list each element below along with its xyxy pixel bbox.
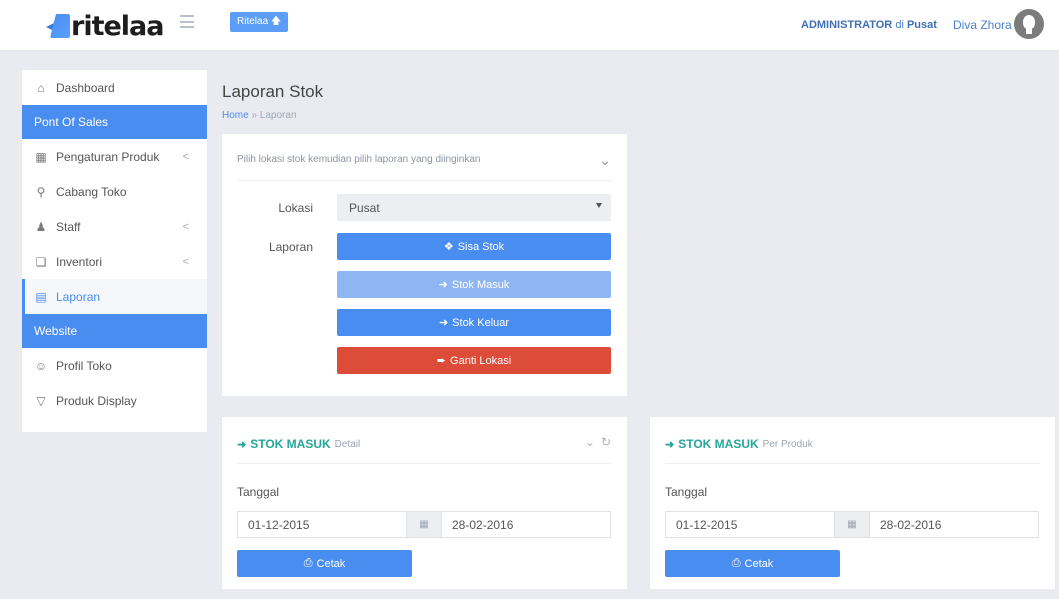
date-from-field[interactable]: [665, 511, 835, 538]
chevron-left-icon: <: [182, 255, 189, 268]
stok-masuk-per-produk-panel: ➜ STOK MASUK Per Produk Tanggal ▦ ⎙ Ceta…: [650, 417, 1055, 589]
cetak-button[interactable]: ⎙ Cetak: [665, 550, 840, 577]
panel-title: ➜ STOK MASUK Detail: [237, 437, 361, 451]
date-from-field[interactable]: [237, 511, 407, 538]
panel-title: ➜ STOK MASUK Per Produk: [665, 437, 813, 451]
document-icon: ▤: [35, 289, 47, 304]
chevron-left-icon: <: [182, 150, 189, 163]
chevron-left-icon: <: [182, 220, 189, 233]
sidebar-item-inventori[interactable]: ❏ Inventori <: [22, 244, 207, 279]
stok-masuk-button[interactable]: ➜ Stok Masuk: [337, 271, 611, 298]
dropdown-caret-icon: [596, 203, 602, 208]
sidebar-section-pos: Pont Of Sales: [22, 105, 207, 139]
sign-in-icon: ➜: [665, 438, 675, 451]
sidebar-item-profil-toko[interactable]: ☺ Profil Toko: [22, 348, 207, 383]
breadcrumb: Home » Laporan: [222, 110, 297, 121]
divider: [665, 463, 1040, 464]
calendar-icon: ▦: [835, 511, 869, 538]
sidebar-item-laporan[interactable]: ▤ Laporan: [22, 279, 207, 314]
top-bar: ritelaa Ritelaa 🡅 ADMINISTRATOR di Pusat…: [0, 0, 1059, 51]
divider: [237, 463, 612, 464]
menu-toggle-icon[interactable]: [180, 15, 194, 28]
users-icon: ♟: [35, 219, 47, 234]
divider: [237, 180, 612, 181]
sidebar-item-staff[interactable]: ♟ Staff <: [22, 209, 207, 244]
avatar[interactable]: [1014, 9, 1044, 39]
collapse-chevron-icon[interactable]: ⌄: [599, 152, 611, 169]
sign-in-icon: ➜: [438, 279, 448, 291]
panel-hint: Pilih lokasi stok kemudian pilih laporan…: [237, 154, 481, 165]
lokasi-label: Lokasi: [278, 201, 313, 215]
print-icon: ⎙: [731, 557, 741, 569]
page-title: Laporan Stok: [222, 82, 324, 101]
date-to-field[interactable]: [441, 511, 611, 538]
date-range: ▦: [665, 511, 1039, 538]
arrow-circle-left-icon: ➨: [436, 355, 447, 367]
briefcase-icon: ▦: [35, 149, 47, 164]
stok-masuk-detail-panel: ➜ STOK MASUK Detail ⌄ ↻ Tanggal ▦ ⎙ Ceta…: [222, 417, 627, 589]
panel-tools: ⌄ ↻: [585, 435, 611, 449]
report-selection-panel: Pilih lokasi stok kemudian pilih laporan…: [222, 134, 627, 396]
logo-mark-icon: [46, 14, 70, 38]
collapse-chevron-icon[interactable]: ⌄: [585, 435, 595, 449]
sidebar-item-produk-display[interactable]: ▽ Produk Display: [22, 383, 207, 418]
cetak-button[interactable]: ⎙ Cetak: [237, 550, 412, 577]
sidebar-item-cabang-toko[interactable]: ⚲ Cabang Toko: [22, 174, 207, 209]
sidebar-item-dashboard[interactable]: ⌂ Dashboard: [22, 70, 207, 105]
admin-label: ADMINISTRATOR di Pusat: [801, 19, 937, 31]
tanggal-label: Tanggal: [237, 485, 280, 499]
logo-text: ritelaa: [71, 10, 164, 42]
print-icon: ⎙: [303, 557, 313, 569]
ganti-lokasi-button[interactable]: ➨ Ganti Lokasi: [337, 347, 611, 374]
laporan-label: Laporan: [268, 240, 313, 254]
sign-in-icon: ➜: [237, 438, 247, 451]
ritelaa-button[interactable]: Ritelaa 🡅: [230, 12, 289, 32]
sign-out-icon: ➜: [438, 317, 449, 329]
user-name[interactable]: Diva Zhora: [953, 18, 1012, 32]
lokasi-select[interactable]: Pusat: [337, 194, 611, 221]
date-to-field[interactable]: [869, 511, 1039, 538]
breadcrumb-home-link[interactable]: Home: [222, 110, 249, 121]
map-marker-icon: ⚲: [36, 184, 46, 199]
calendar-icon: ▦: [407, 511, 441, 538]
sidebar: ⌂ Dashboard Pont Of Sales ▦ Pengaturan P…: [22, 70, 207, 432]
sidebar-item-pengaturan-produk[interactable]: ▦ Pengaturan Produk <: [22, 139, 207, 174]
home-icon: ⌂: [37, 80, 45, 95]
cart-icon: ▽: [36, 393, 46, 408]
tanggal-label: Tanggal: [665, 485, 708, 499]
sidebar-section-website: Website: [22, 314, 207, 348]
date-range: ▦: [237, 511, 611, 538]
refresh-icon[interactable]: ↻: [601, 435, 611, 449]
upload-icon: 🡅: [270, 16, 282, 27]
cubes-icon: ❖: [443, 241, 454, 253]
stok-keluar-button[interactable]: ➜ Stok Keluar: [337, 309, 611, 336]
user-icon: ☺: [34, 358, 48, 373]
files-icon: ❏: [35, 254, 47, 269]
brand-logo[interactable]: ritelaa: [46, 10, 164, 42]
sisa-stok-button[interactable]: ❖ Sisa Stok: [337, 233, 611, 260]
